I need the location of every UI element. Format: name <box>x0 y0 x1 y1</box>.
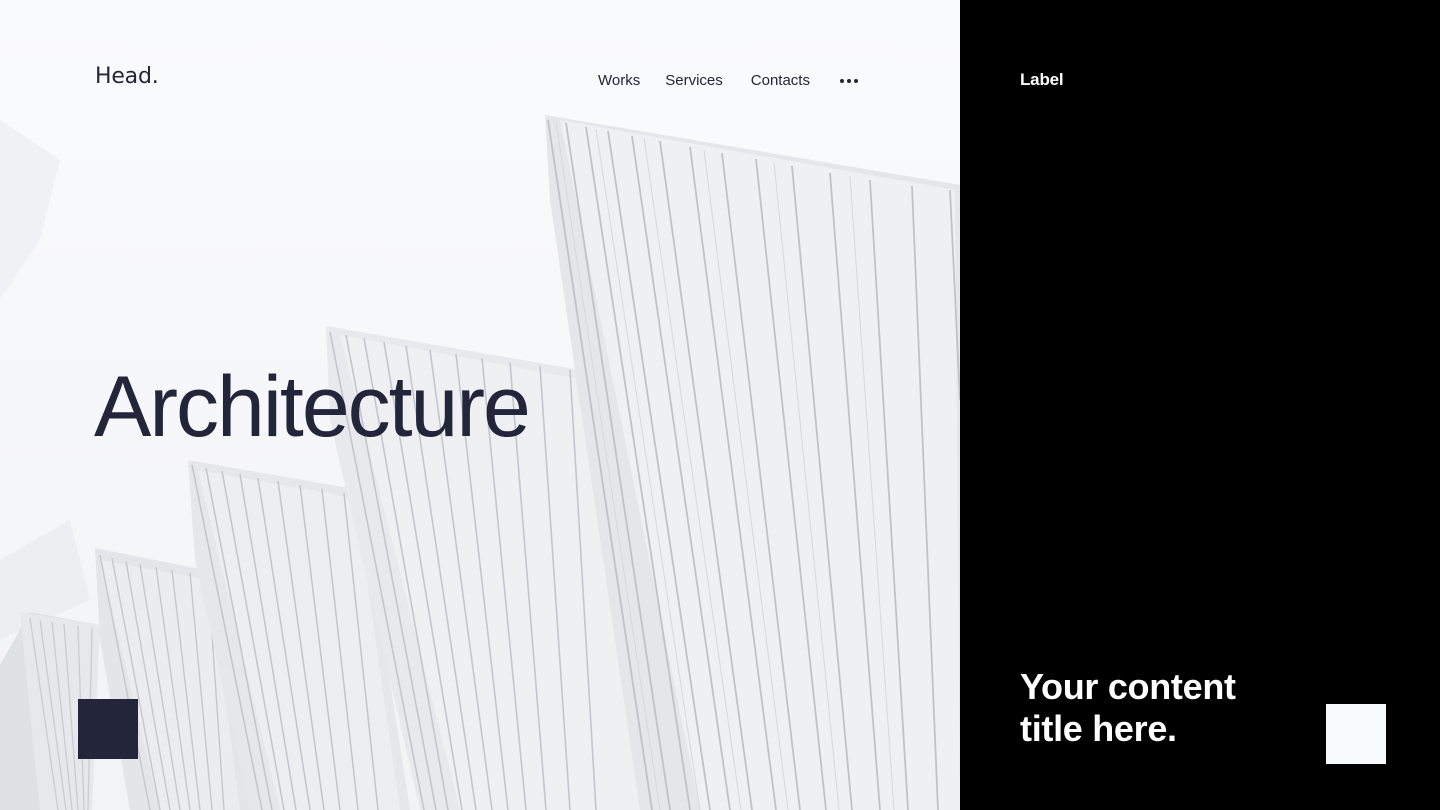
panel-label: Label <box>1020 70 1064 89</box>
nav-item-contacts[interactable]: Contacts <box>751 70 810 92</box>
page: Head. Works Services Contacts Architectu… <box>0 0 1440 810</box>
more-dot <box>846 79 851 83</box>
more-dot <box>839 79 844 83</box>
panel-title: Your content title here. <box>1020 666 1236 749</box>
more-dot <box>853 79 858 83</box>
dark-square-button[interactable] <box>78 699 138 759</box>
hero-section: Head. Works Services Contacts Architectu… <box>0 0 960 810</box>
more-horizontal-icon[interactable] <box>839 70 858 92</box>
white-square-button[interactable] <box>1326 704 1386 764</box>
nav-item-works[interactable]: Works <box>598 70 640 92</box>
page-title: Architecture <box>94 359 531 455</box>
content-panel: Label Your content title here. <box>960 0 1440 810</box>
nav-item-services[interactable]: Services <box>665 70 723 92</box>
main-nav: Works Services Contacts <box>598 70 858 92</box>
logo[interactable]: Head. <box>95 64 159 89</box>
